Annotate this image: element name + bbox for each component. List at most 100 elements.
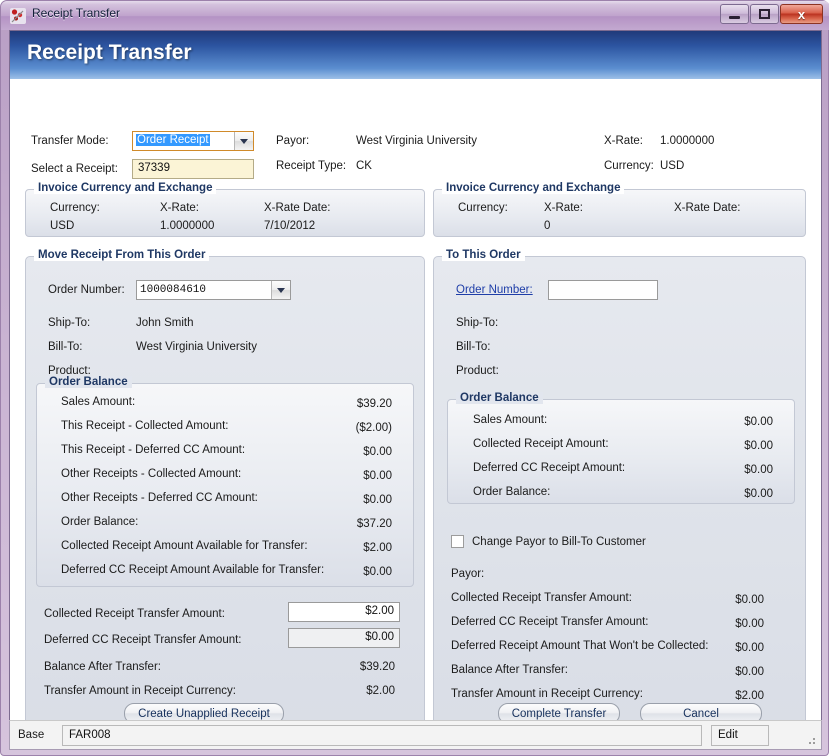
- close-button[interactable]: x: [780, 4, 823, 24]
- transfer-mode-combobox[interactable]: Order Receipt: [132, 131, 254, 151]
- select-receipt-value: 37339: [138, 162, 170, 174]
- to-order-number-input[interactable]: [548, 280, 658, 300]
- from-transfer-currency-value: $2.00: [300, 685, 395, 697]
- from-transfer-currency-label: Transfer Amount in Receipt Currency:: [44, 685, 236, 697]
- balance-row-label: Collected Receipt Amount Available for T…: [61, 540, 308, 552]
- xrate-label: X-Rate:: [604, 135, 643, 147]
- balance-row-value: $0.00: [287, 566, 392, 578]
- balance-row-label: Balance After Transfer:: [451, 664, 568, 676]
- chevron-down-icon: [240, 139, 248, 144]
- balance-row-label: Deferred CC Receipt Transfer Amount:: [451, 616, 649, 628]
- page-title: Receipt Transfer: [27, 41, 192, 65]
- status-base-value: FAR008: [69, 729, 111, 741]
- balance-row-label: Collected Receipt Transfer Amount:: [451, 592, 632, 604]
- from-order-number-combobox[interactable]: 1000084610: [136, 280, 291, 300]
- left-currency-label: Currency:: [50, 202, 100, 214]
- invoice-currency-right-legend: Invoice Currency and Exchange: [442, 182, 624, 194]
- resize-grip-icon[interactable]: [805, 734, 817, 746]
- to-bill-to-label: Bill-To:: [456, 341, 491, 353]
- balance-row-value: $37.20: [287, 518, 392, 530]
- balance-row-label: Order Balance:: [61, 516, 138, 528]
- currency-value: USD: [660, 160, 684, 172]
- left-xrate-label: X-Rate:: [160, 202, 199, 214]
- xrate-value: 1.0000000: [660, 135, 714, 147]
- balance-row-label: Collected Receipt Amount:: [473, 438, 609, 450]
- left-xrate-date-label: X-Rate Date:: [264, 202, 330, 214]
- from-bill-to-value: West Virginia University: [136, 341, 257, 353]
- to-order-balance-group: Order Balance Sales Amount:$0.00Collecte…: [447, 399, 795, 504]
- balance-row-value: $0.00: [673, 464, 773, 476]
- change-payor-checkbox[interactable]: [451, 535, 464, 548]
- balance-row-value: $0.00: [674, 618, 764, 630]
- maximize-icon: [751, 5, 778, 23]
- invoice-currency-left-legend: Invoice Currency and Exchange: [34, 182, 216, 194]
- receipt-type-label: Receipt Type:: [276, 160, 346, 172]
- from-balance-after-label: Balance After Transfer:: [44, 661, 161, 673]
- change-payor-label: Change Payor to Bill-To Customer: [472, 536, 646, 548]
- status-edit-field[interactable]: Edit: [711, 725, 769, 746]
- to-order-panel: To This Order Order Number: Ship-To: Bil…: [433, 256, 806, 744]
- right-currency-label: Currency:: [458, 202, 508, 214]
- from-ship-to-label: Ship-To:: [48, 317, 90, 329]
- close-icon: x: [781, 5, 822, 23]
- transfer-mode-dropdown-button[interactable]: [234, 132, 253, 150]
- from-bill-to-label: Bill-To:: [48, 341, 83, 353]
- from-balance-after-value: $39.20: [300, 661, 395, 673]
- from-deferred-transfer-input[interactable]: $0.00: [288, 628, 400, 648]
- balance-row-value: $0.00: [674, 594, 764, 606]
- balance-row-label: Transfer Amount in Receipt Currency:: [451, 688, 643, 700]
- balance-row-label: This Receipt - Deferred CC Amount:: [61, 444, 245, 456]
- right-xrate-value: 0: [544, 220, 550, 232]
- from-deferred-transfer-label: Deferred CC Receipt Transfer Amount:: [44, 634, 242, 646]
- balance-row-value: $2.00: [287, 542, 392, 554]
- transfer-mode-value: Order Receipt: [136, 134, 210, 146]
- left-currency-value: USD: [50, 220, 74, 232]
- window-title: Receipt Transfer: [32, 6, 120, 20]
- page-banner: Receipt Transfer: [10, 31, 821, 79]
- from-order-balance-legend: Order Balance: [45, 376, 132, 388]
- to-payor-label: Payor:: [451, 568, 484, 580]
- to-ship-to-label: Ship-To:: [456, 317, 498, 329]
- balance-row-label: This Receipt - Collected Amount:: [61, 420, 228, 432]
- receipt-transfer-app-icon: [10, 8, 26, 24]
- client-area: Receipt Transfer Transfer Mode: Order Re…: [9, 30, 822, 720]
- balance-row-label: Deferred CC Receipt Amount Available for…: [61, 564, 324, 576]
- from-collected-transfer-input[interactable]: $2.00: [288, 602, 400, 622]
- to-order-balance-legend: Order Balance: [456, 392, 543, 404]
- invoice-currency-right-group: Invoice Currency and Exchange Currency: …: [433, 189, 806, 237]
- balance-row-value: $39.20: [287, 398, 392, 410]
- select-receipt-input[interactable]: 37339: [132, 159, 254, 179]
- application-window: Receipt Transfer x Receipt Transfer Tran…: [0, 0, 829, 756]
- select-receipt-label: Select a Receipt:: [31, 163, 118, 175]
- right-xrate-date-label: X-Rate Date:: [674, 202, 740, 214]
- from-order-number-dropdown-button[interactable]: [271, 281, 290, 299]
- minimize-button[interactable]: [720, 4, 749, 24]
- balance-row-label: Sales Amount:: [473, 414, 547, 426]
- chevron-down-icon: [277, 288, 285, 293]
- left-xrate-value: 1.0000000: [160, 220, 214, 232]
- currency-label: Currency:: [604, 160, 654, 172]
- status-base-field[interactable]: FAR008: [62, 725, 702, 746]
- from-collected-transfer-value: $2.00: [365, 605, 394, 617]
- to-order-number-link-label[interactable]: Order Number:: [456, 284, 533, 296]
- title-bar: Receipt Transfer x: [1, 1, 829, 30]
- balance-row-value: $0.00: [674, 642, 764, 654]
- status-bar: Base FAR008 Edit: [9, 720, 822, 750]
- from-order-legend: Move Receipt From This Order: [34, 249, 209, 261]
- move-receipt-from-order-panel: Move Receipt From This Order Order Numbe…: [25, 256, 425, 744]
- to-order-legend: To This Order: [442, 249, 525, 261]
- balance-row-label: Order Balance:: [473, 486, 550, 498]
- to-product-label: Product:: [456, 365, 499, 377]
- from-collected-transfer-label: Collected Receipt Transfer Amount:: [44, 608, 225, 620]
- status-base-label: Base: [18, 729, 44, 741]
- balance-row-label: Other Receipts - Deferred CC Amount:: [61, 492, 258, 504]
- maximize-button[interactable]: [750, 4, 779, 24]
- balance-row-value: $0.00: [673, 416, 773, 428]
- from-order-number-label: Order Number:: [48, 284, 125, 296]
- status-edit-label: Edit: [718, 729, 738, 741]
- from-ship-to-value: John Smith: [136, 317, 194, 329]
- balance-row-value: $2.00: [674, 690, 764, 702]
- balance-row-label: Sales Amount:: [61, 396, 135, 408]
- balance-row-value: $0.00: [673, 440, 773, 452]
- balance-row-value: $0.00: [287, 470, 392, 482]
